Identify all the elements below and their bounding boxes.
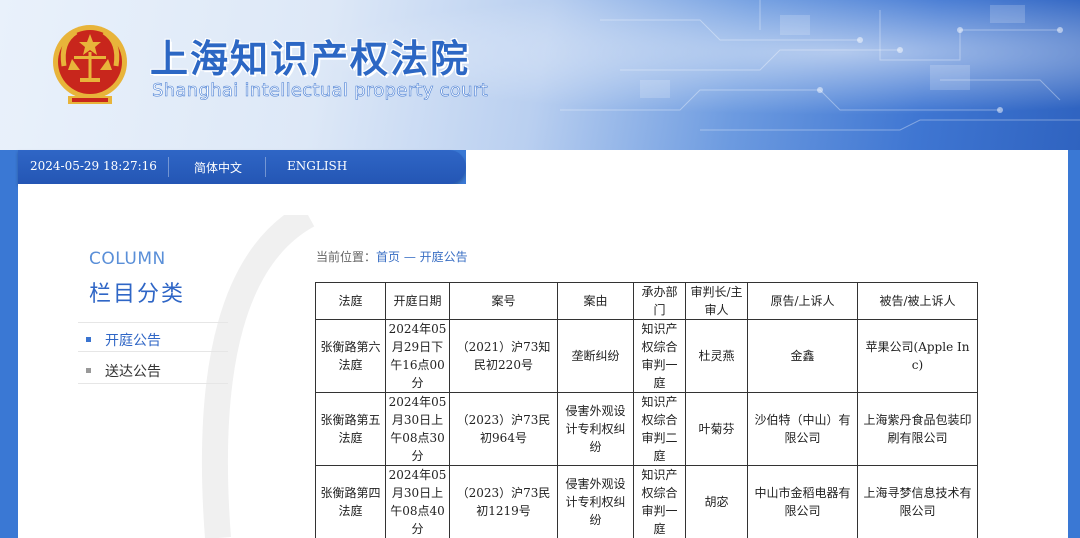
cell-date: 2024年05月29日下午16点00分 xyxy=(385,319,450,393)
table-row: 张衡路第五法庭 2024年05月30日上午08点30分 （2023）沪73民初9… xyxy=(315,392,978,466)
sidebar-item-label: 送达公告 xyxy=(105,364,161,380)
cell-judge: 胡宓 xyxy=(685,465,748,538)
cell-cause: 侵害外观设计专利权纠纷 xyxy=(557,392,634,466)
sidebar-item-service-notice[interactable]: 送达公告 xyxy=(78,354,228,384)
cell-defendant: 上海紫丹食品包装印刷有限公司 xyxy=(857,392,978,466)
header-banner: 上海知识产权法院 Shanghai intellectual property … xyxy=(0,0,1080,150)
column-header-court: 法庭 xyxy=(315,282,386,320)
cell-department: 知识产权综合审判一庭 xyxy=(633,319,686,393)
breadcrumb-separator: — xyxy=(400,250,420,264)
cell-court: 张衡路第六法庭 xyxy=(315,319,386,393)
breadcrumb: 当前位置：首页 — 开庭公告 xyxy=(316,248,468,265)
cell-court: 张衡路第五法庭 xyxy=(315,392,386,466)
cell-case-no: （2023）沪73民初1219号 xyxy=(449,465,558,538)
top-nav-bar: 2024-05-29 18:27:16 简体中文 ENGLISH xyxy=(18,150,466,184)
cell-cause: 垄断纠纷 xyxy=(557,319,634,393)
cell-defendant: 上海寻梦信息技术有限公司 xyxy=(857,465,978,538)
cell-date: 2024年05月30日上午08点40分 xyxy=(385,465,450,538)
cell-date: 2024年05月30日上午08点30分 xyxy=(385,392,450,466)
cell-plaintiff: 中山市金稻电器有限公司 xyxy=(747,465,858,538)
cell-plaintiff: 沙伯特（中山）有限公司 xyxy=(747,392,858,466)
site-subtitle: Shanghai intellectual property court xyxy=(152,80,488,102)
column-header-judge: 审判长/主审人 xyxy=(685,282,748,320)
hearing-notice-table: 法庭 开庭日期 案号 案由 承办部门 审判长/主审人 原告/上诉人 被告/被上诉… xyxy=(315,282,978,538)
square-bullet-icon xyxy=(86,368,91,373)
site-title: 上海知识产权法院 xyxy=(150,37,471,81)
sidebar-heading-en: COLUMN xyxy=(89,249,166,269)
cell-department: 知识产权综合审判二庭 xyxy=(633,392,686,466)
cell-cause: 侵害外观设计专利权纠纷 xyxy=(557,465,634,538)
content-header-strip xyxy=(466,150,1068,184)
lang-english-link[interactable]: ENGLISH xyxy=(287,159,347,173)
column-header-plaintiff: 原告/上诉人 xyxy=(747,282,858,320)
sidebar-item-label: 开庭公告 xyxy=(105,333,161,349)
breadcrumb-current[interactable]: 开庭公告 xyxy=(420,250,468,264)
column-header-case-no: 案号 xyxy=(449,282,558,320)
nav-divider xyxy=(168,157,169,177)
cell-defendant: 苹果公司(Apple Inc) xyxy=(857,319,978,393)
table-row: 张衡路第六法庭 2024年05月29日下午16点00分 （2021）沪73知民初… xyxy=(315,319,978,393)
cell-court: 张衡路第四法庭 xyxy=(315,465,386,538)
cell-department: 知识产权综合审判一庭 xyxy=(633,465,686,538)
cell-case-no: （2021）沪73知民初220号 xyxy=(449,319,558,393)
table-row: 张衡路第四法庭 2024年05月30日上午08点40分 （2023）沪73民初1… xyxy=(315,465,978,538)
sidebar-item-hearing-notice[interactable]: 开庭公告 xyxy=(78,322,228,352)
breadcrumb-home-link[interactable]: 首页 xyxy=(376,250,400,264)
cell-judge: 杜灵燕 xyxy=(685,319,748,393)
square-bullet-icon xyxy=(86,337,91,342)
sidebar-heading-cn: 栏目分类 xyxy=(89,282,186,307)
column-header-cause: 案由 xyxy=(557,282,634,320)
breadcrumb-prefix: 当前位置： xyxy=(316,250,377,264)
nav-divider xyxy=(265,157,266,177)
column-header-department: 承办部门 xyxy=(633,282,686,320)
lang-chinese-link[interactable]: 简体中文 xyxy=(194,159,242,176)
cell-plaintiff: 金鑫 xyxy=(747,319,858,393)
current-datetime: 2024-05-29 18:27:16 xyxy=(30,159,157,173)
column-header-date: 开庭日期 xyxy=(385,282,450,320)
cell-judge: 叶菊芬 xyxy=(685,392,748,466)
table-header-row: 法庭 开庭日期 案号 案由 承办部门 审判长/主审人 原告/上诉人 被告/被上诉… xyxy=(315,282,978,320)
column-header-defendant: 被告/被上诉人 xyxy=(857,282,978,320)
national-emblem-icon xyxy=(53,25,127,104)
cell-case-no: （2023）沪73民初964号 xyxy=(449,392,558,466)
